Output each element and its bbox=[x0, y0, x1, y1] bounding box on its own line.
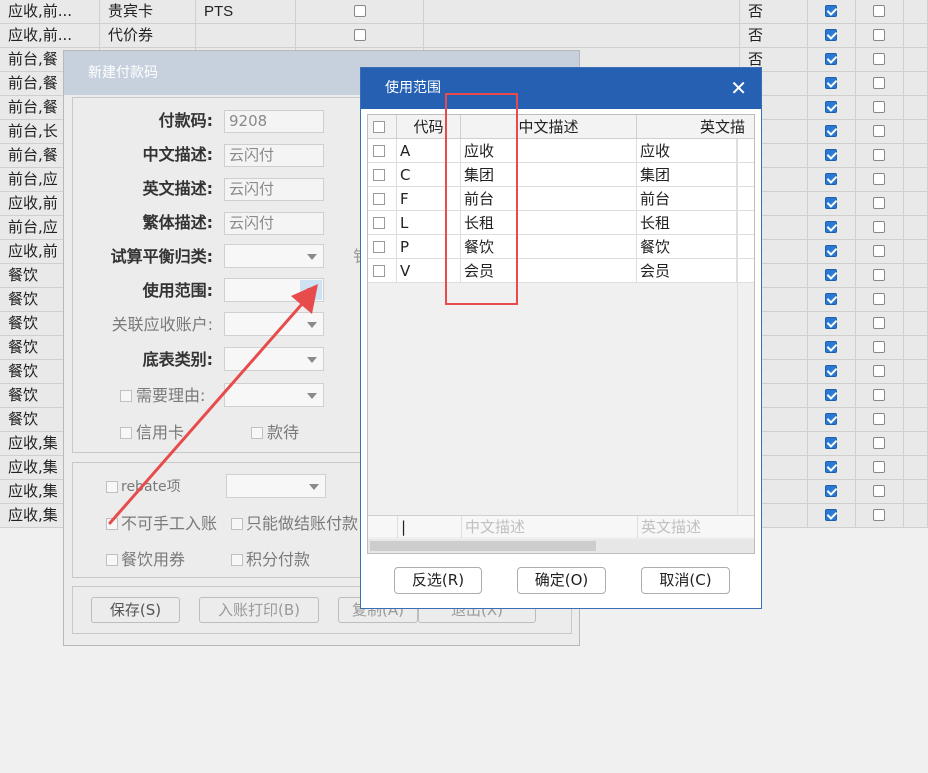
annotation-arrow-icon bbox=[108, 284, 318, 525]
